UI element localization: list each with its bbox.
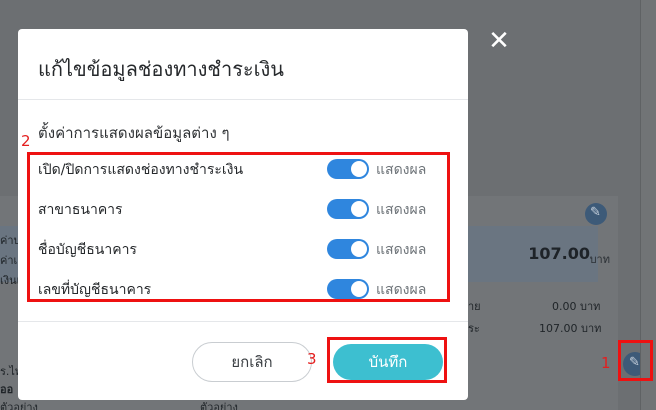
footer-divider — [18, 321, 468, 322]
section-title: ตั้งค่าการแสดงผลข้อมูลต่าง ๆ — [38, 124, 230, 142]
pencil-icon[interactable] — [585, 203, 607, 225]
annotation-box-toggles — [27, 152, 450, 302]
annotation-box-save — [327, 337, 447, 383]
close-icon[interactable]: ✕ — [486, 27, 512, 55]
background-text: ค่าเ — [0, 254, 18, 267]
background-text: ออ — [0, 383, 14, 396]
header-divider — [18, 99, 468, 100]
background-amount-unit: บาท — [589, 253, 610, 266]
annotation-number: 3 — [307, 350, 317, 368]
annotation-number: 2 — [21, 132, 31, 150]
dialog-title: แก้ไขข้อมูลช่องทางชำระเงิน — [38, 57, 284, 81]
annotation-box-edit — [618, 340, 653, 381]
background-text: าย — [468, 300, 481, 313]
cancel-button[interactable]: ยกเลิก — [192, 342, 312, 382]
background-value: 0.00 บาท — [552, 300, 601, 313]
annotation-number: 1 — [601, 354, 611, 372]
background-text: ระ — [468, 322, 480, 335]
background-amount: 107.00 — [528, 244, 590, 263]
background-value: 107.00 บาท — [539, 322, 602, 335]
